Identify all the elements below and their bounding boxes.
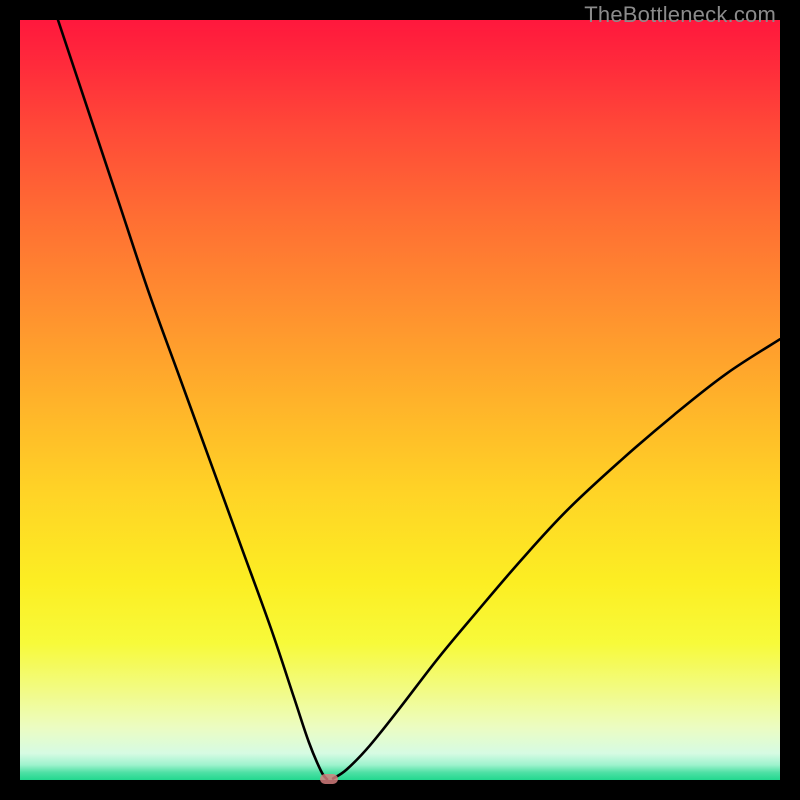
bottleneck-curve <box>20 20 780 780</box>
watermark-text: TheBottleneck.com <box>584 2 776 28</box>
plot-frame <box>20 20 780 780</box>
minimum-marker <box>320 774 338 784</box>
